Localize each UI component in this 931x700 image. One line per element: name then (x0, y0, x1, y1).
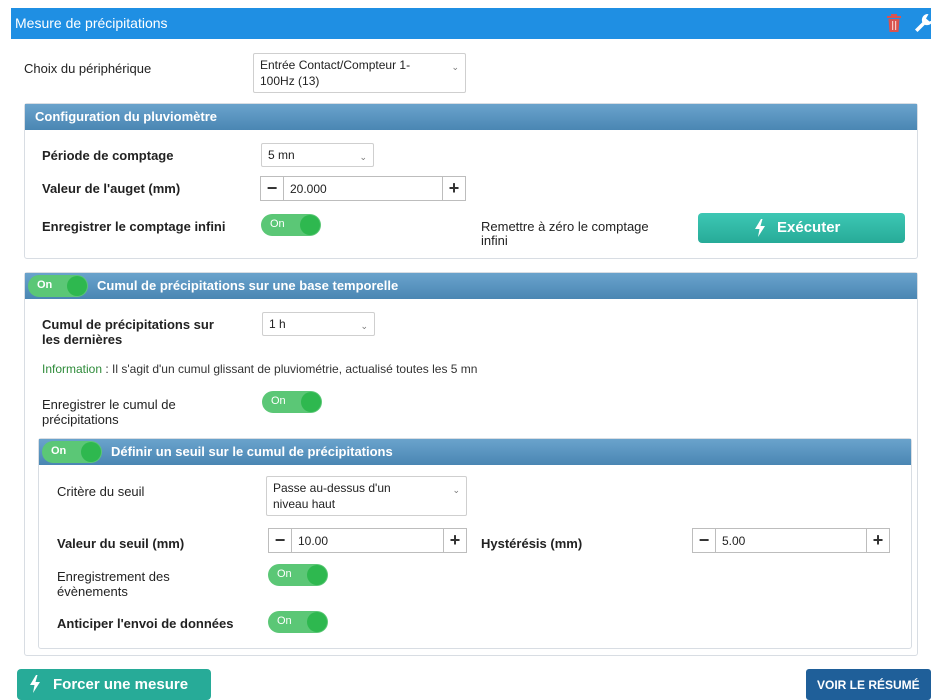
hysteresis-label: Hystérésis (mm) (481, 536, 583, 551)
view-summary-button[interactable]: VOIR LE RÉSUMÉ (806, 669, 931, 700)
execute-label: Exécuter (777, 219, 841, 236)
period-value: 5 mn (268, 148, 295, 162)
minus-button[interactable]: − (693, 529, 716, 552)
bucket-stepper: − 20.000 + (260, 176, 466, 201)
cumul-title: Cumul de précipitations sur une base tem… (97, 278, 399, 293)
execute-button[interactable]: Exécuter (698, 213, 905, 243)
toggle-knob (67, 276, 87, 296)
criterion-select[interactable]: Passe au-dessus d'un niveau haut ⌄ (266, 476, 467, 516)
anticipate-label: Anticiper l'envoi de données (57, 616, 234, 631)
plus-button[interactable]: + (442, 177, 465, 200)
events-label-line2: évènements (57, 584, 128, 599)
record-cumul-toggle[interactable]: On (262, 391, 322, 413)
reset-label-line2: infini (481, 233, 508, 248)
device-value-line1: Entrée Contact/Compteur 1- (260, 58, 411, 72)
record-cumul-label-line1: Enregistrer le cumul de (42, 397, 176, 412)
toggle-knob (81, 442, 101, 462)
force-measure-button[interactable]: Forcer une mesure (17, 669, 211, 700)
toggle-state: On (51, 445, 67, 457)
force-measure-label: Forcer une mesure (53, 676, 189, 693)
plus-button[interactable]: + (443, 529, 466, 552)
toggle-knob (301, 392, 321, 412)
rain-gauge-title: Configuration du pluviomètre (35, 109, 217, 124)
device-select[interactable]: Entrée Contact/Compteur 1- 100Hz (13) ⌄ (253, 53, 466, 93)
events-label-line1: Enregistrement des (57, 569, 170, 584)
toggle-state: On (270, 218, 285, 230)
period-label: Période de comptage (42, 148, 174, 163)
criterion-label: Critère du seuil (57, 484, 145, 499)
threshold-title: Définir un seuil sur le cumul de précipi… (111, 444, 393, 459)
cumul-band: On Cumul de précipitations sur une base … (25, 273, 917, 299)
chevron-down-icon: ⌄ (452, 485, 460, 495)
threshold-value-label: Valeur du seuil (mm) (57, 536, 185, 551)
toggle-knob (307, 565, 327, 585)
minus-button[interactable]: − (261, 177, 284, 200)
bolt-icon (755, 219, 765, 237)
cumul-duration-value: 1 h (269, 317, 286, 331)
trash-icon[interactable] (886, 13, 902, 33)
minus-button[interactable]: − (269, 529, 292, 552)
cumul-last-label-line1: Cumul de précipitations sur (42, 317, 214, 332)
page-header: Mesure de précipitations (11, 8, 931, 39)
anticipate-toggle[interactable]: On (268, 611, 328, 633)
rain-gauge-band: Configuration du pluviomètre (25, 104, 917, 130)
threshold-toggle[interactable]: On (42, 441, 102, 463)
hysteresis-value[interactable]: 5.00 (722, 534, 745, 548)
cumul-last-label-line2: les dernières (42, 332, 123, 347)
infinite-count-label: Enregistrer le comptage infini (42, 219, 226, 234)
threshold-band: On Définir un seuil sur le cumul de préc… (39, 439, 911, 465)
period-select[interactable]: 5 mn ⌄ (261, 143, 374, 167)
bolt-icon (30, 675, 40, 693)
cumul-duration-select[interactable]: 1 h ⌄ (262, 312, 375, 336)
toggle-state: On (37, 279, 53, 291)
toggle-knob (307, 612, 327, 632)
toggle-state: On (271, 395, 286, 407)
page-title: Mesure de précipitations (15, 15, 168, 31)
plus-button[interactable]: + (866, 529, 889, 552)
bucket-value[interactable]: 20.000 (290, 182, 327, 196)
criterion-value-line2: niveau haut (273, 497, 336, 511)
info-key: Information (42, 362, 103, 376)
info-note: Information : Il s'agit d'un cumul gliss… (42, 362, 477, 376)
threshold-value-stepper: − 10.00 + (268, 528, 467, 553)
cumul-toggle[interactable]: On (28, 275, 88, 297)
chevron-down-icon: ⌄ (451, 62, 459, 72)
hysteresis-stepper: − 5.00 + (692, 528, 890, 553)
chevron-down-icon: ⌄ (359, 152, 367, 162)
threshold-value[interactable]: 10.00 (298, 534, 328, 548)
device-label: Choix du périphérique (24, 61, 152, 76)
device-value-line2: 100Hz (13) (260, 74, 320, 88)
info-text: : Il s'agit d'un cumul glissant de pluvi… (102, 362, 478, 376)
toggle-state: On (277, 568, 292, 580)
toggle-state: On (277, 615, 292, 627)
bucket-label: Valeur de l'auget (mm) (42, 181, 181, 196)
wrench-icon[interactable] (914, 13, 931, 33)
events-toggle[interactable]: On (268, 564, 328, 586)
toggle-knob (300, 215, 320, 235)
criterion-value-line1: Passe au-dessus d'un (273, 481, 391, 495)
infinite-count-toggle[interactable]: On (261, 214, 321, 236)
record-cumul-label-line2: précipitations (42, 412, 119, 427)
view-summary-label: VOIR LE RÉSUMÉ (817, 678, 920, 692)
reset-label-line1: Remettre à zéro le comptage (481, 219, 649, 234)
chevron-down-icon: ⌄ (360, 321, 368, 331)
